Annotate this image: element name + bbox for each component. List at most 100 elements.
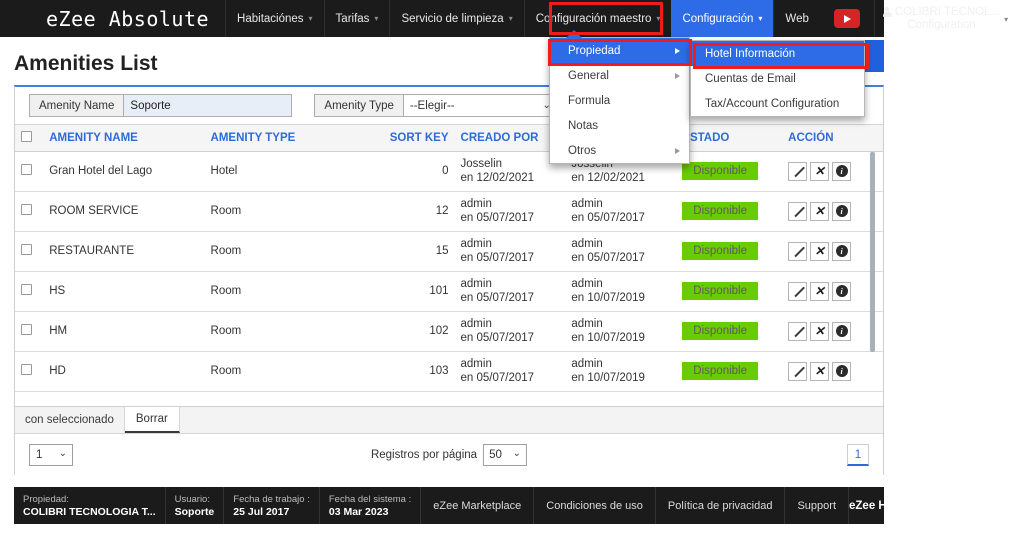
info-icon[interactable]: i [832, 161, 852, 181]
row-checkbox[interactable] [21, 164, 32, 175]
info-icon[interactable]: i [832, 281, 852, 301]
amenity-type-select[interactable]: --Elegir-- ⌄ [403, 94, 559, 117]
created-by-date: en 12/02/2021 [460, 172, 535, 184]
configuracion-dropdown-menu: Propiedad General Formula Notas Otros [549, 30, 690, 164]
menu-item-label: General [568, 69, 609, 82]
edit-pencil-icon[interactable] [788, 161, 808, 181]
chevron-down-icon: ▾ [656, 14, 661, 23]
info-icon[interactable]: i [832, 241, 852, 261]
status-badge[interactable]: Disponible [682, 362, 758, 380]
table-row[interactable]: HS Room 101 admin en 05/07/2017 admin en… [15, 271, 883, 312]
edit-pencil-icon[interactable] [788, 241, 808, 261]
cell-creado-por: admin en 05/07/2017 [454, 311, 566, 352]
col-accion[interactable]: ACCIÓN [782, 125, 883, 152]
menu-item-propiedad[interactable]: Propiedad [550, 38, 689, 63]
amenity-name-input[interactable]: Soporte [124, 94, 293, 117]
edit-pencil-icon[interactable] [788, 321, 808, 341]
youtube-link[interactable] [820, 0, 874, 37]
col-amenity-type[interactable]: AMENITY TYPE [204, 125, 376, 152]
nav-item-configuracion[interactable]: Configuración ▾ [671, 0, 774, 37]
status-badge[interactable]: Disponible [682, 162, 758, 180]
status-badge[interactable]: Disponible [682, 282, 758, 300]
row-actions: ✕ i [788, 281, 877, 301]
submenu-item-cuentas-de-email[interactable]: Cuentas de Email [691, 66, 864, 91]
footer-link-privacy[interactable]: Política de privacidad [656, 487, 786, 524]
status-badge[interactable]: Disponible [682, 242, 758, 260]
amenities-panel: Amenity Name Soporte Amenity Type --Eleg… [14, 85, 884, 476]
info-icon[interactable]: i [832, 361, 852, 381]
status-badge[interactable]: Disponible [682, 322, 758, 340]
nav-item-servicio-de-limpieza[interactable]: Servicio de limpieza ▾ [389, 0, 523, 37]
delete-x-icon[interactable]: ✕ [810, 201, 830, 221]
table-header-row: AMENITY NAME AMENITY TYPE SORT KEY CREAD… [15, 125, 883, 152]
edit-pencil-icon[interactable] [788, 201, 808, 221]
submenu-item-label: Tax/Account Configuration [705, 97, 840, 110]
delete-x-icon[interactable]: ✕ [810, 321, 830, 341]
delete-x-icon[interactable]: ✕ [810, 281, 830, 301]
youtube-icon[interactable] [833, 9, 860, 28]
edit-pencil-icon[interactable] [788, 361, 808, 381]
delete-button[interactable]: Borrar [124, 407, 180, 433]
nav-item-habitaciones[interactable]: Habitaciónes ▾ [225, 0, 324, 37]
menu-item-label: Notas [568, 119, 599, 132]
delete-x-icon[interactable]: ✕ [810, 161, 830, 181]
user-menu[interactable]: COLIBRI TECNOL... Configuration ▾ [873, 0, 1010, 37]
cell-estado: Disponible [676, 191, 783, 232]
menu-item-general[interactable]: General [550, 63, 689, 88]
footer-system-date-value: 03 Mar 2023 [328, 505, 389, 518]
amenity-type-label: Amenity Type [314, 94, 404, 117]
footer-link-support[interactable]: Support [785, 487, 849, 524]
row-checkbox[interactable] [21, 364, 32, 375]
amenities-table-wrapper: AMENITY NAME AMENITY TYPE SORT KEY CREAD… [15, 125, 883, 406]
toolbar-blue-strip[interactable] [864, 40, 884, 72]
dropdown-arrow-icon [566, 30, 582, 38]
records-per-page-select[interactable]: 50 ⌄ [483, 444, 528, 466]
row-actions: ✕ i [788, 161, 877, 181]
table-vertical-scrollbar[interactable] [870, 152, 875, 352]
table-row[interactable]: HD Room 103 admin en 05/07/2017 admin en… [15, 351, 883, 392]
nav-item-tarifas[interactable]: Tarifas ▾ [323, 0, 390, 37]
footer-user-label: Usuario: [174, 493, 210, 505]
modified-by-date: en 10/07/2019 [571, 292, 645, 304]
info-icon[interactable]: i [832, 321, 852, 341]
page-select[interactable]: 1 ⌄ [29, 444, 73, 466]
submenu-item-tax-account-configuration[interactable]: Tax/Account Configuration [691, 91, 864, 116]
created-by-date: en 05/07/2017 [460, 292, 535, 304]
row-select-cell [15, 311, 44, 352]
modified-by-user: admin [571, 278, 603, 290]
menu-item-formula[interactable]: Formula [550, 88, 689, 113]
footer-link-terms[interactable]: Condiciones de uso [534, 487, 656, 524]
menu-item-notas[interactable]: Notas [550, 113, 689, 138]
cell-sort-key: 101 [375, 271, 455, 312]
nav-item-configuracion-maestro[interactable]: Configuración maestro ▾ [523, 0, 672, 37]
info-icon[interactable]: i [832, 201, 852, 221]
delete-x-icon[interactable]: ✕ [810, 241, 830, 261]
bulk-action-label: con seleccionado [15, 407, 125, 433]
user-role: Configuration [907, 19, 976, 31]
table-row[interactable]: ROOM SERVICE Room 12 admin en 05/07/2017… [15, 191, 883, 232]
col-amenity-name[interactable]: AMENITY NAME [43, 125, 205, 152]
app-logo[interactable]: eZee Absolute [0, 0, 225, 37]
delete-x-icon[interactable]: ✕ [810, 361, 830, 381]
row-checkbox[interactable] [21, 324, 32, 335]
user-icon [882, 6, 892, 18]
table-row[interactable]: RESTAURANTE Room 15 admin en 05/07/2017 … [15, 231, 883, 272]
nav-item-web[interactable]: Web [773, 0, 819, 37]
edit-pencil-icon[interactable] [788, 281, 808, 301]
status-badge[interactable]: Disponible [682, 202, 758, 220]
row-checkbox[interactable] [21, 284, 32, 295]
chevron-down-icon: ▾ [1004, 15, 1009, 24]
select-all-checkbox[interactable] [21, 130, 32, 142]
created-by-user: admin [460, 278, 492, 290]
footer-link-marketplace[interactable]: eZee Marketplace [421, 487, 535, 524]
table-row[interactable]: HM Room 102 admin en 05/07/2017 admin en… [15, 311, 883, 352]
footer-system-date-label: Fecha del sistema : [328, 493, 412, 505]
table-row[interactable]: Gran Hotel del Lago Hotel 0 Josselin en … [15, 151, 883, 192]
pagination-page-1[interactable]: 1 [847, 444, 869, 466]
row-checkbox[interactable] [21, 204, 32, 215]
menu-item-otros[interactable]: Otros [550, 138, 689, 163]
submenu-item-hotel-informacion[interactable]: Hotel Información [691, 41, 864, 66]
col-sort-key[interactable]: SORT KEY [375, 125, 455, 152]
row-checkbox[interactable] [21, 244, 32, 255]
col-estado[interactable]: ESTADO [676, 125, 783, 152]
